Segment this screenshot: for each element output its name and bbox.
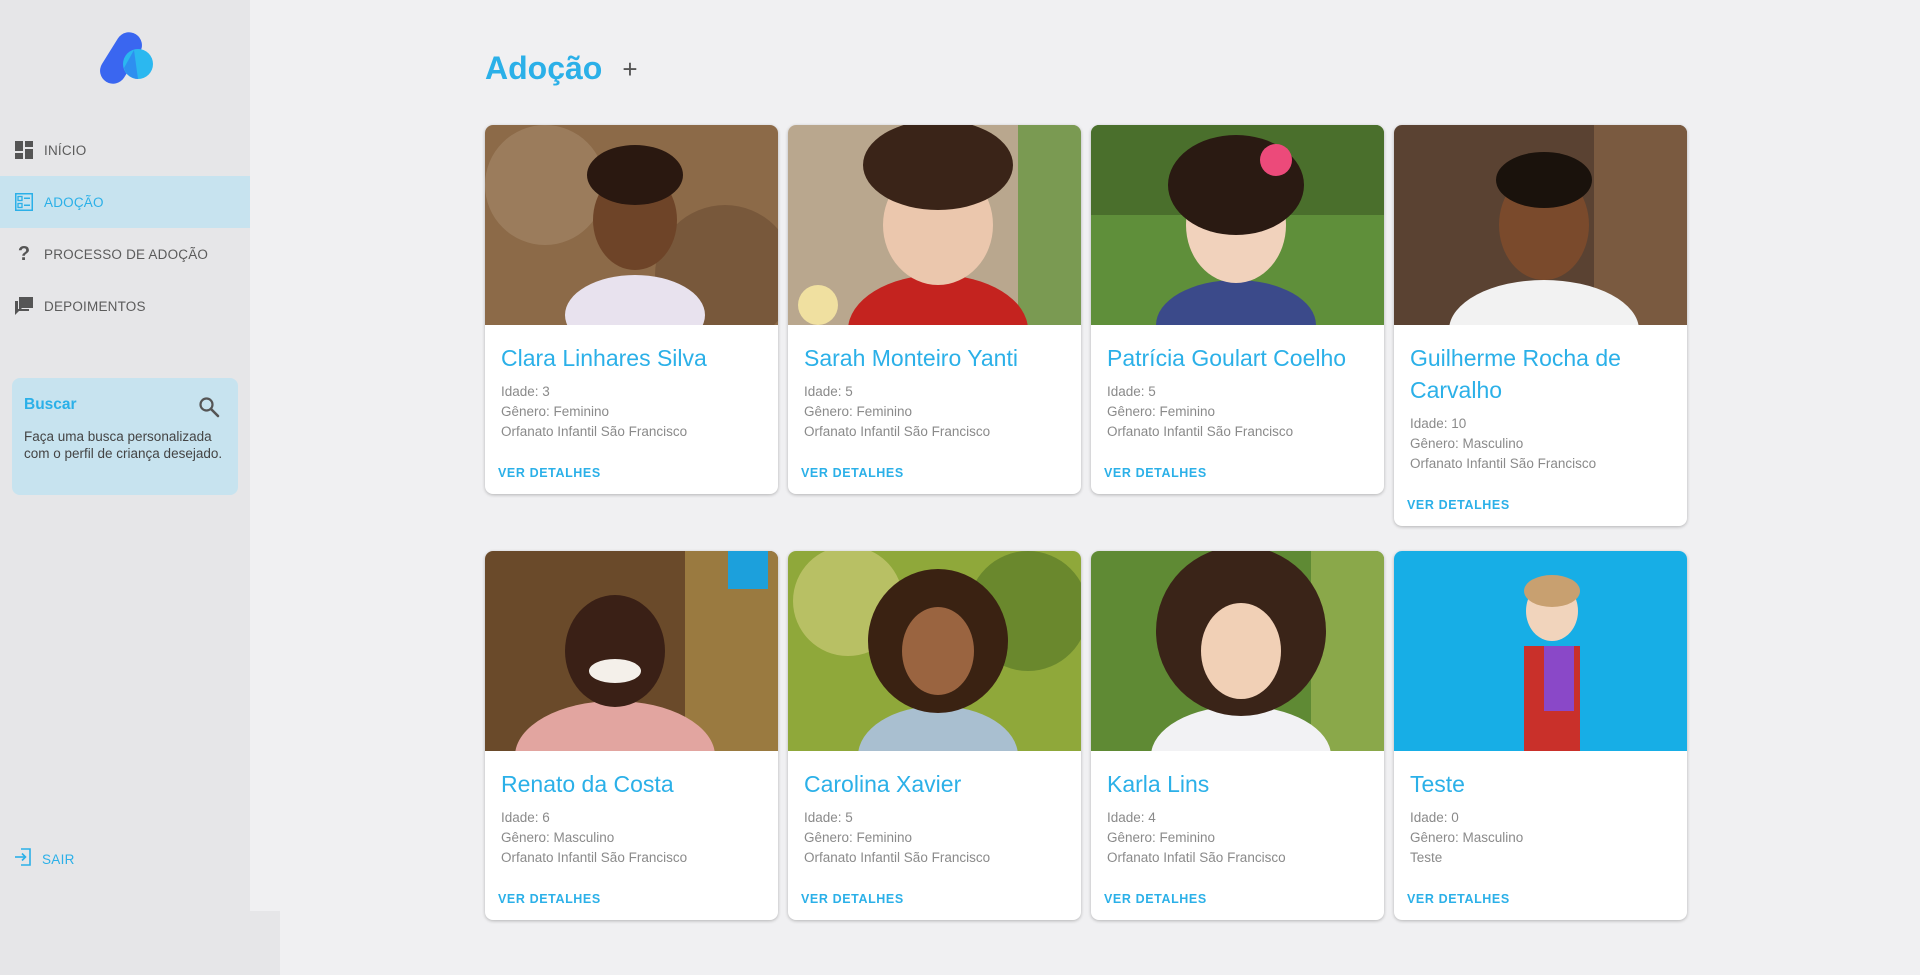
child-institution: Orfanato Infantil São Francisco [804, 850, 991, 865]
chat-icon [14, 296, 34, 316]
child-name: Carolina Xavier [804, 771, 962, 797]
child-card: Clara Linhares Silva Idade: 3 Gênero: Fe… [485, 125, 778, 494]
sidebar-item-depoimentos[interactable]: DEPOIMENTOS [0, 280, 250, 332]
child-institution: Orfanato Infantil São Francisco [501, 850, 688, 865]
sidebar-item-adocao[interactable]: ADOÇÃO [0, 176, 250, 228]
details-button[interactable]: VER DETALHES [1104, 466, 1207, 480]
child-gender: Gênero: Feminino [804, 830, 913, 845]
child-age: Idade: 5 [804, 384, 853, 399]
question-icon: ? [17, 242, 31, 265]
sidebar-item-label: INÍCIO [44, 142, 87, 158]
child-name: Renato da Costa [501, 771, 674, 797]
child-name: Teste [1410, 771, 1465, 797]
child-age: Idade: 5 [1107, 384, 1156, 399]
add-button[interactable]: + [618, 54, 642, 84]
child-age: Idade: 6 [501, 810, 550, 825]
page-title: Adoção [485, 50, 603, 86]
child-card: Carolina Xavier Idade: 5 Gênero: Feminin… [788, 551, 1081, 920]
child-gender: Gênero: Feminino [1107, 830, 1216, 845]
child-gender: Gênero: Masculino [501, 830, 615, 845]
child-photo [1394, 125, 1687, 325]
logout-label: SAIR [42, 852, 75, 867]
child-age: Idade: 3 [501, 384, 550, 399]
sidebar-item-inicio[interactable]: INÍCIO [0, 124, 250, 176]
search-description: Faça uma busca personalizada com o perfi… [24, 429, 223, 461]
sidebar-item-label: DEPOIMENTOS [44, 298, 146, 314]
details-button[interactable]: VER DETALHES [498, 892, 601, 906]
child-institution: Orfanato Infantil São Francisco [1107, 424, 1294, 439]
child-name: Sarah Monteiro Yanti [804, 345, 1018, 371]
child-photo [1091, 125, 1384, 325]
child-institution: Orfanato Infantil São Francisco [501, 424, 688, 439]
child-gender: Gênero: Masculino [1410, 436, 1524, 451]
child-photo [788, 125, 1081, 325]
child-institution: Orfanato Infatil São Francisco [1107, 850, 1286, 865]
child-age: Idade: 10 [1410, 416, 1467, 431]
app-logo[interactable] [94, 28, 158, 84]
child-photo [485, 551, 778, 751]
child-gender: Gênero: Masculino [1410, 830, 1524, 845]
sidebar-item-label: PROCESSO DE ADOÇÃO [44, 246, 209, 262]
child-gender: Gênero: Feminino [1107, 404, 1216, 419]
child-age: Idade: 4 [1107, 810, 1156, 825]
logout-button[interactable]: SAIR [14, 848, 75, 871]
child-photo [788, 551, 1081, 751]
child-card: Karla Lins Idade: 4 Gênero: Feminino Orf… [1091, 551, 1384, 920]
child-card: Patrícia Goulart Coelho Idade: 5 Gênero:… [1091, 125, 1384, 494]
child-name: Guilherme Rocha de Carvalho [1410, 345, 1621, 403]
details-button[interactable]: VER DETALHES [1104, 892, 1207, 906]
child-age: Idade: 0 [1410, 810, 1459, 825]
search-icon[interactable] [198, 396, 220, 418]
child-gender: Gênero: Feminino [804, 404, 913, 419]
details-button[interactable]: VER DETALHES [801, 892, 904, 906]
child-institution: Orfanato Infantil São Francisco [804, 424, 991, 439]
child-photo [1091, 551, 1384, 751]
child-age: Idade: 5 [804, 810, 853, 825]
child-institution: Orfanato Infantil São Francisco [1410, 456, 1597, 471]
sidebar-item-label: ADOÇÃO [44, 194, 104, 210]
sidebar-footer-strip [0, 911, 280, 975]
child-photo [1394, 551, 1687, 751]
search-title: Buscar [24, 396, 77, 413]
sidebar: INÍCIO ADOÇÃO ? PROCESSO DE ADOÇÃO DEPOI… [0, 0, 250, 911]
sidebar-item-processo[interactable]: ? PROCESSO DE ADOÇÃO [0, 228, 250, 280]
child-name: Clara Linhares Silva [501, 345, 707, 371]
child-photo [485, 125, 778, 325]
sidebar-nav: INÍCIO ADOÇÃO ? PROCESSO DE ADOÇÃO DEPOI… [0, 124, 250, 332]
child-gender: Gênero: Feminino [501, 404, 610, 419]
details-button[interactable]: VER DETALHES [1407, 498, 1510, 512]
list-icon [14, 192, 34, 212]
dashboard-icon [14, 140, 34, 160]
child-card: Guilherme Rocha de Carvalho Idade: 10 Gê… [1394, 125, 1687, 526]
details-button[interactable]: VER DETALHES [498, 466, 601, 480]
search-card[interactable]: Buscar Faça uma busca personalizada com … [12, 378, 238, 495]
logout-icon [14, 848, 32, 871]
child-card: Sarah Monteiro Yanti Idade: 5 Gênero: Fe… [788, 125, 1081, 494]
child-card: Renato da Costa Idade: 6 Gênero: Masculi… [485, 551, 778, 920]
child-name: Patrícia Goulart Coelho [1107, 345, 1347, 371]
child-name: Karla Lins [1107, 771, 1210, 797]
child-card: Teste Idade: 0 Gênero: Masculino Teste V… [1394, 551, 1687, 920]
child-institution: Teste [1410, 850, 1443, 865]
details-button[interactable]: VER DETALHES [801, 466, 904, 480]
details-button[interactable]: VER DETALHES [1407, 892, 1510, 906]
